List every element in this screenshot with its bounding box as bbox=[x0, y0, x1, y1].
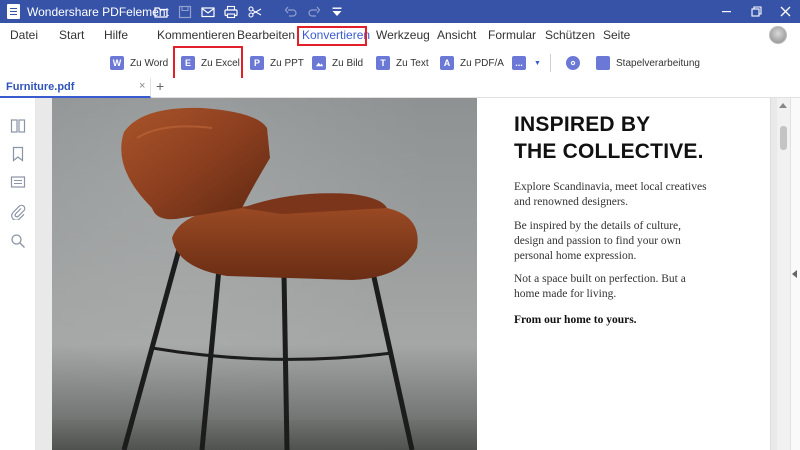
pdfelement-window: Wondershare PDFelement Datei Start Hilfe… bbox=[0, 0, 800, 450]
batch-process-button[interactable]: Stapelverarbeitung bbox=[596, 52, 700, 74]
word-file-icon: W bbox=[110, 54, 126, 70]
scrollbar-thumb[interactable] bbox=[780, 126, 787, 150]
text-file-icon: T bbox=[376, 54, 392, 70]
paragraph-2-line-2: design and passion to find your own bbox=[514, 235, 681, 247]
batch-process-label: Stapelverarbeitung bbox=[616, 57, 700, 69]
menu-ansicht[interactable]: Ansicht bbox=[437, 28, 476, 42]
new-tab-icon[interactable]: + bbox=[156, 78, 164, 94]
quick-access-menu-icon[interactable] bbox=[328, 3, 346, 20]
left-sidebar bbox=[0, 98, 36, 450]
app-logo-icon bbox=[7, 4, 20, 19]
more-formats-icon: ... bbox=[512, 54, 528, 70]
mail-icon[interactable] bbox=[199, 3, 217, 20]
menu-start[interactable]: Start bbox=[59, 28, 84, 42]
bookmark-icon[interactable] bbox=[10, 146, 26, 162]
close-icon[interactable] bbox=[770, 0, 800, 23]
print-icon[interactable] bbox=[222, 3, 240, 20]
image-file-icon bbox=[312, 54, 328, 70]
paragraph-3-line-1: Not a space built on perfection. But a bbox=[514, 273, 686, 285]
paragraph-4-line-1: From our home to yours. bbox=[514, 314, 637, 326]
to-image-label: Zu Bild bbox=[332, 57, 364, 69]
convert-toolbar: W Zu Word E Zu Excel P Zu PPT Zu Bild T … bbox=[0, 48, 800, 78]
pdfa-file-icon: A bbox=[440, 54, 456, 70]
ppt-file-icon: P bbox=[250, 54, 266, 70]
chevron-down-icon: ▼ bbox=[534, 59, 541, 67]
chair-photo bbox=[52, 98, 477, 450]
to-text-button[interactable]: T Zu Text bbox=[376, 52, 429, 74]
comment-icon[interactable] bbox=[10, 175, 26, 191]
paragraph-1-line-1: Explore Scandinavia, meet local creative… bbox=[514, 181, 707, 193]
heading-line-1: INSPIRED BY bbox=[514, 113, 651, 136]
document-heading: INSPIRED BY THE COLLECTIVE. bbox=[514, 111, 754, 165]
expand-right-panel-arrow-icon[interactable] bbox=[792, 270, 797, 278]
konvertieren-highlight-box bbox=[297, 26, 367, 46]
vertical-scrollbar[interactable] bbox=[777, 98, 790, 450]
menu-hilfe[interactable]: Hilfe bbox=[104, 28, 128, 42]
to-word-button[interactable]: W Zu Word bbox=[110, 52, 168, 74]
menu-seite[interactable]: Seite bbox=[603, 28, 630, 42]
search-icon[interactable] bbox=[10, 233, 26, 249]
chair-illustration bbox=[121, 107, 418, 450]
paragraph-3: Not a space built on perfection. But a h… bbox=[514, 272, 764, 302]
menu-datei[interactable]: Datei bbox=[10, 28, 38, 42]
restore-icon[interactable] bbox=[741, 0, 771, 23]
menu-werkzeug[interactable]: Werkzeug bbox=[376, 28, 430, 42]
toolbar-separator bbox=[550, 54, 551, 72]
paragraph-2: Be inspired by the details of culture, d… bbox=[514, 219, 764, 264]
tab-furniture-pdf[interactable]: Furniture.pdf × bbox=[0, 78, 151, 98]
to-image-button[interactable]: Zu Bild bbox=[312, 52, 363, 74]
avatar[interactable] bbox=[769, 26, 787, 44]
scissors-icon[interactable] bbox=[246, 3, 264, 20]
paragraph-2-line-1: Be inspired by the details of culture, bbox=[514, 220, 682, 232]
paragraph-2-line-3: personal home expression. bbox=[514, 250, 637, 262]
to-text-label: Zu Text bbox=[396, 57, 429, 69]
batch-process-icon bbox=[596, 54, 612, 70]
redo-icon[interactable] bbox=[305, 3, 323, 20]
undo-icon[interactable] bbox=[282, 3, 300, 20]
menu-bar: Datei Start Hilfe Kommentieren Bearbeite… bbox=[0, 23, 800, 48]
more-formats-button[interactable]: ... ▼ bbox=[512, 52, 541, 74]
folder-icon[interactable] bbox=[152, 3, 170, 20]
settings-button[interactable] bbox=[566, 52, 586, 74]
attachment-icon[interactable] bbox=[10, 204, 26, 221]
tab-label: Furniture.pdf bbox=[6, 81, 75, 93]
heading-line-2: THE COLLECTIVE. bbox=[514, 140, 704, 163]
title-bar: Wondershare PDFelement bbox=[0, 0, 800, 23]
to-pdfa-button[interactable]: A Zu PDF/A bbox=[440, 52, 504, 74]
paragraph-1: Explore Scandinavia, meet local creative… bbox=[514, 180, 764, 210]
document-tab-bar: Furniture.pdf × + bbox=[0, 78, 800, 98]
hexagon-settings-icon bbox=[566, 54, 582, 70]
page-thumbnails-icon[interactable] bbox=[10, 118, 26, 134]
to-pdfa-label: Zu PDF/A bbox=[460, 57, 504, 69]
tab-close-icon[interactable]: × bbox=[139, 80, 145, 92]
minimize-icon[interactable] bbox=[711, 0, 741, 23]
save-icon[interactable] bbox=[176, 3, 194, 20]
menu-bearbeiten[interactable]: Bearbeiten bbox=[237, 28, 295, 42]
menu-formular[interactable]: Formular bbox=[488, 28, 536, 42]
paragraph-4: From our home to yours. bbox=[514, 313, 764, 328]
paragraph-1-line-2: and renowned designers. bbox=[514, 196, 629, 208]
app-title: Wondershare PDFelement bbox=[27, 4, 169, 19]
menu-kommentieren[interactable]: Kommentieren bbox=[157, 28, 235, 42]
paragraph-3-line-2: home made for living. bbox=[514, 288, 617, 300]
to-word-label: Zu Word bbox=[130, 57, 169, 69]
scroll-up-arrow-icon[interactable] bbox=[779, 103, 787, 108]
to-ppt-button[interactable]: P Zu PPT bbox=[250, 52, 304, 74]
to-ppt-label: Zu PPT bbox=[270, 57, 304, 69]
menu-schuetzen[interactable]: Schützen bbox=[545, 28, 595, 42]
